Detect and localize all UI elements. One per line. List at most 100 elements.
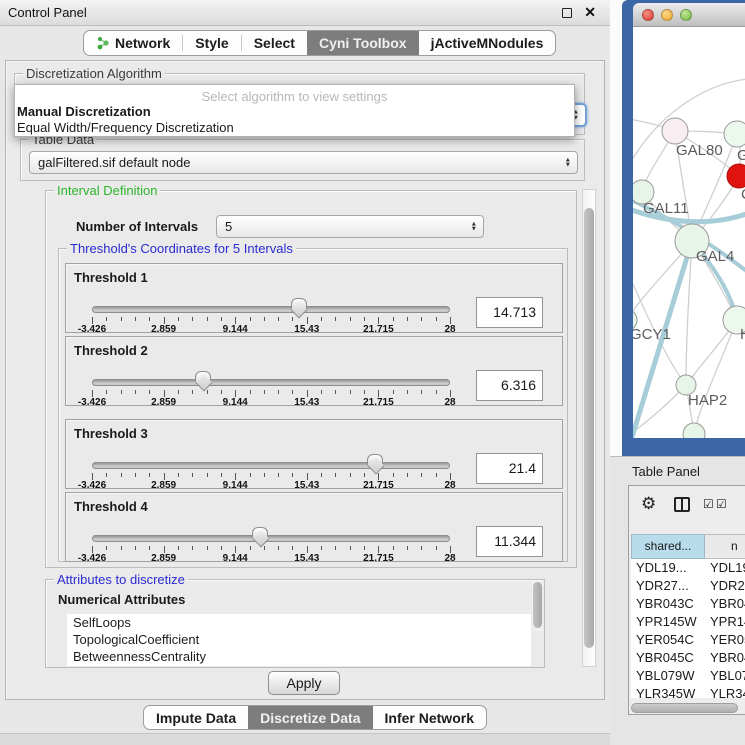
content-vertical-scrollbar[interactable] — [582, 189, 596, 667]
slider-thumb[interactable] — [252, 527, 268, 538]
table-row[interactable]: YPR145WYPR145W — [631, 613, 745, 631]
footer-strip — [0, 733, 610, 745]
scrollbar-thumb[interactable] — [584, 208, 594, 648]
slider-track[interactable] — [92, 535, 450, 542]
scrollbar-thumb[interactable] — [533, 582, 542, 628]
slider-tick — [178, 473, 179, 477]
slider-tick — [106, 473, 107, 477]
float-icon[interactable] — [562, 8, 572, 18]
threshold-value-field[interactable]: 11.344 — [476, 526, 543, 557]
attributes-list-scrollbar[interactable] — [532, 581, 543, 631]
slider-track[interactable] — [92, 379, 450, 386]
tab-jactivemnodules[interactable]: jActiveMNodules — [419, 31, 556, 55]
group-title: Interval Definition — [54, 183, 160, 198]
tab-network[interactable]: Network — [84, 31, 182, 55]
tab-infer-network[interactable]: Infer Network — [373, 706, 486, 729]
tab-label: Impute Data — [156, 710, 236, 726]
slider-tick — [192, 317, 193, 321]
combo-stepper-icon: ▲▼ — [471, 221, 477, 232]
slider-tick — [235, 390, 236, 397]
combo-stepper-icon: ▲▼ — [565, 157, 571, 168]
slider-tick — [264, 317, 265, 321]
slider-tick — [121, 390, 122, 394]
dropdown-option[interactable]: Equal Width/Frequency Discretization — [15, 120, 574, 136]
slider-tick — [364, 546, 365, 550]
tick-label: 15.43 — [294, 553, 319, 564]
table-data-group: Table Data galFiltered.sif default node … — [20, 139, 585, 181]
num-intervals-combobox[interactable]: 5 ▲▼ — [216, 215, 484, 238]
slider-tick — [450, 546, 451, 553]
table-data-combobox[interactable]: galFiltered.sif default node ▲▼ — [29, 151, 578, 174]
dropdown-option[interactable]: Manual Discretization — [15, 104, 574, 120]
column-header-name[interactable]: n — [705, 534, 745, 559]
slider-thumb[interactable] — [367, 454, 383, 465]
slider-tick — [121, 317, 122, 321]
scrollbar-thumb[interactable] — [631, 703, 738, 713]
slider-thumb[interactable] — [291, 298, 307, 309]
tab-label: Infer Network — [385, 710, 474, 726]
list-item[interactable]: BetweennessCentrality — [67, 648, 531, 665]
network-canvas[interactable]: GAL80GACGAL11GAL4GCY1HHAP2 — [633, 27, 745, 438]
tick-label: -3.426 — [78, 480, 106, 491]
cell-shared-name: YBL079W — [631, 667, 705, 685]
tick-label: 2.859 — [151, 324, 176, 335]
gal80-node[interactable] — [662, 118, 688, 144]
slider-tick — [250, 390, 251, 394]
graph-edge[interactable] — [694, 320, 737, 434]
threshold-value-field[interactable]: 6.316 — [476, 370, 543, 401]
list-item[interactable]: TopologicalCoefficient — [67, 631, 531, 648]
topright-node[interactable] — [724, 121, 745, 147]
table-row[interactable]: YBR043CYBR043C — [631, 595, 745, 613]
table-row[interactable]: YER054CYER054C — [631, 631, 745, 649]
tab-impute-data[interactable]: Impute Data — [144, 706, 248, 729]
column-header-shared-name[interactable]: shared... — [631, 534, 705, 559]
apply-button[interactable]: Apply — [268, 671, 340, 695]
slider-tick — [207, 390, 208, 394]
minimize-traffic-light-icon[interactable] — [661, 9, 673, 21]
table-row[interactable]: YBL079WYBL079W — [631, 667, 745, 685]
slider-tick — [393, 390, 394, 394]
slider-tick — [149, 546, 150, 550]
slider-tick — [235, 473, 236, 480]
attributes-list[interactable]: SelfLoopsTopologicalCoefficientBetweenne… — [67, 614, 531, 666]
slider-tick — [207, 317, 208, 321]
close-traffic-light-icon[interactable] — [642, 9, 654, 21]
table-panel-title: Table Panel — [632, 464, 700, 479]
table-panel-body: ⚙ ☑ ☑ shared... n YDL19...YDL19...YDR27.… — [628, 485, 745, 715]
tab-label: Cyni Toolbox — [319, 35, 407, 51]
split-columns-icon[interactable] — [674, 497, 690, 512]
zoom-traffic-light-icon[interactable] — [680, 9, 692, 21]
slider-tick — [350, 390, 351, 394]
slider-tick — [307, 390, 308, 397]
slider-tick — [278, 546, 279, 550]
gear-icon[interactable]: ⚙ — [641, 494, 656, 514]
table-horizontal-scrollbar[interactable] — [631, 703, 745, 714]
tab-style[interactable]: Style — [183, 31, 240, 55]
slider-tick — [421, 317, 422, 321]
slider-tick — [307, 317, 308, 324]
tab-cyni-toolbox[interactable]: Cyni Toolbox — [307, 31, 419, 55]
close-icon[interactable]: ✕ — [584, 4, 596, 21]
list-item[interactable]: SelfLoops — [67, 614, 531, 631]
tab-select[interactable]: Select — [242, 31, 307, 55]
bottom-node[interactable] — [683, 423, 705, 438]
threshold-value-field[interactable]: 14.713 — [476, 297, 543, 328]
cell-name: YDR27... — [705, 577, 745, 595]
slider-track[interactable] — [92, 462, 450, 469]
table-row[interactable]: YDL19...YDL19... — [631, 559, 745, 577]
cell-name: YBL079W — [705, 667, 745, 685]
table-row[interactable]: YDR27...YDR27... — [631, 577, 745, 595]
checkbox-icon[interactable]: ☑ — [703, 497, 714, 511]
tick-label: 9.144 — [223, 480, 248, 491]
slider-thumb[interactable] — [195, 371, 211, 382]
cell-shared-name: YLR345W — [631, 685, 705, 698]
slider-tick — [264, 473, 265, 477]
slider-track[interactable] — [92, 306, 450, 313]
tab-discretize-data[interactable]: Discretize Data — [248, 706, 372, 729]
threshold-value-field[interactable]: 21.4 — [476, 453, 543, 484]
table-row[interactable]: YLR345WYLR345W — [631, 685, 745, 698]
network-window-titlebar[interactable] — [633, 3, 745, 27]
tick-label: 21.715 — [363, 553, 394, 564]
table-row[interactable]: YBR045CYBR045C — [631, 649, 745, 667]
checkbox-icon[interactable]: ☑ — [716, 497, 727, 511]
